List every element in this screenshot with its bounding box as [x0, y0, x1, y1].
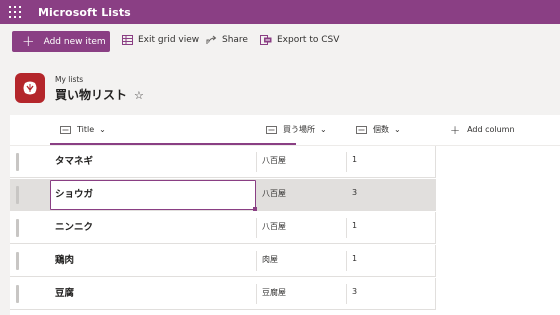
share-button[interactable]: Share: [206, 35, 248, 45]
cell-title[interactable]: 豆腐: [55, 278, 74, 310]
exit-grid-view-button[interactable]: Exit grid view: [122, 35, 199, 45]
cell-title[interactable]: ニンニク: [55, 212, 93, 244]
grid-icon: [122, 35, 133, 45]
cell-place[interactable]: 八百屋: [262, 155, 286, 166]
favorite-star-icon[interactable]: ☆: [134, 89, 144, 102]
shopping-list-icon: [23, 81, 37, 95]
cell-count[interactable]: 1: [352, 221, 357, 230]
cell-title[interactable]: 鶏肉: [55, 245, 74, 277]
table-row[interactable]: 鶏肉 肉屋 1: [10, 245, 436, 277]
cell-place[interactable]: 豆腐屋: [262, 287, 286, 298]
row-select-handle[interactable]: [16, 186, 19, 204]
column-header-count-label: 個数: [373, 125, 389, 134]
add-column-button[interactable]: + Add column: [450, 115, 515, 144]
add-column-label: Add column: [467, 125, 515, 134]
export-csv-label: Export to CSV: [277, 35, 340, 45]
row-select-handle[interactable]: [16, 252, 19, 270]
share-label: Share: [222, 35, 248, 45]
cell-count[interactable]: 1: [352, 254, 357, 263]
plus-icon: +: [22, 32, 35, 50]
text-column-icon: [356, 125, 367, 134]
page-title: 買い物リスト: [55, 88, 128, 102]
table-row[interactable]: ニンニク 八百屋 1: [10, 212, 436, 244]
list-icon: [15, 73, 45, 103]
table-row[interactable]: タマネギ 八百屋 1: [10, 146, 436, 178]
table-row[interactable]: ショウガ 八百屋 3: [10, 179, 436, 211]
app-launcher-icon[interactable]: [0, 0, 30, 24]
row-select-handle[interactable]: [16, 285, 19, 303]
text-column-icon: [266, 125, 277, 134]
app-title[interactable]: Microsoft Lists: [38, 6, 131, 19]
cell-place[interactable]: 八百屋: [262, 188, 286, 199]
chevron-down-icon: ⌄: [99, 125, 106, 134]
cell-title[interactable]: ショウガ: [55, 181, 93, 208]
row-select-handle[interactable]: [16, 153, 19, 171]
export-csv-button[interactable]: Export to CSV: [260, 35, 339, 45]
share-icon: [206, 35, 217, 44]
cell-count[interactable]: 1: [352, 155, 357, 164]
breadcrumb[interactable]: My lists: [55, 75, 83, 84]
chevron-down-icon: ⌄: [394, 125, 401, 134]
cell-count[interactable]: 3: [352, 188, 357, 197]
text-column-icon: [60, 125, 71, 134]
plus-icon: +: [450, 122, 461, 137]
row-select-handle[interactable]: [16, 219, 19, 237]
grid-panel: Title ⌄ 買う場所 ⌄ 個数 ⌄ + Add column タマネギ 八百…: [10, 115, 560, 315]
command-bar: + Add new item Exit grid view Share Expo…: [0, 27, 560, 57]
fill-handle[interactable]: [253, 207, 257, 211]
export-csv-icon: [260, 35, 272, 45]
exit-grid-view-label: Exit grid view: [138, 35, 200, 45]
add-new-item-label: Add new item: [43, 36, 106, 47]
cell-title[interactable]: タマネギ: [55, 146, 93, 178]
column-header-place-label: 買う場所: [283, 125, 315, 134]
cell-place[interactable]: 肉屋: [262, 254, 278, 265]
table-row[interactable]: 豆腐 豆腐屋 3: [10, 278, 436, 310]
cell-editor[interactable]: ショウガ: [50, 180, 256, 210]
cell-place[interactable]: 八百屋: [262, 221, 286, 232]
cell-count[interactable]: 3: [352, 287, 357, 296]
column-header-title-label: Title: [77, 125, 95, 134]
column-header-place[interactable]: 買う場所 ⌄: [266, 115, 327, 144]
add-new-item-button[interactable]: + Add new item: [12, 31, 110, 52]
column-header-title[interactable]: Title ⌄: [60, 115, 106, 144]
suite-header: Microsoft Lists: [0, 0, 560, 24]
chevron-down-icon: ⌄: [320, 125, 327, 134]
column-header-count[interactable]: 個数 ⌄: [356, 115, 401, 144]
